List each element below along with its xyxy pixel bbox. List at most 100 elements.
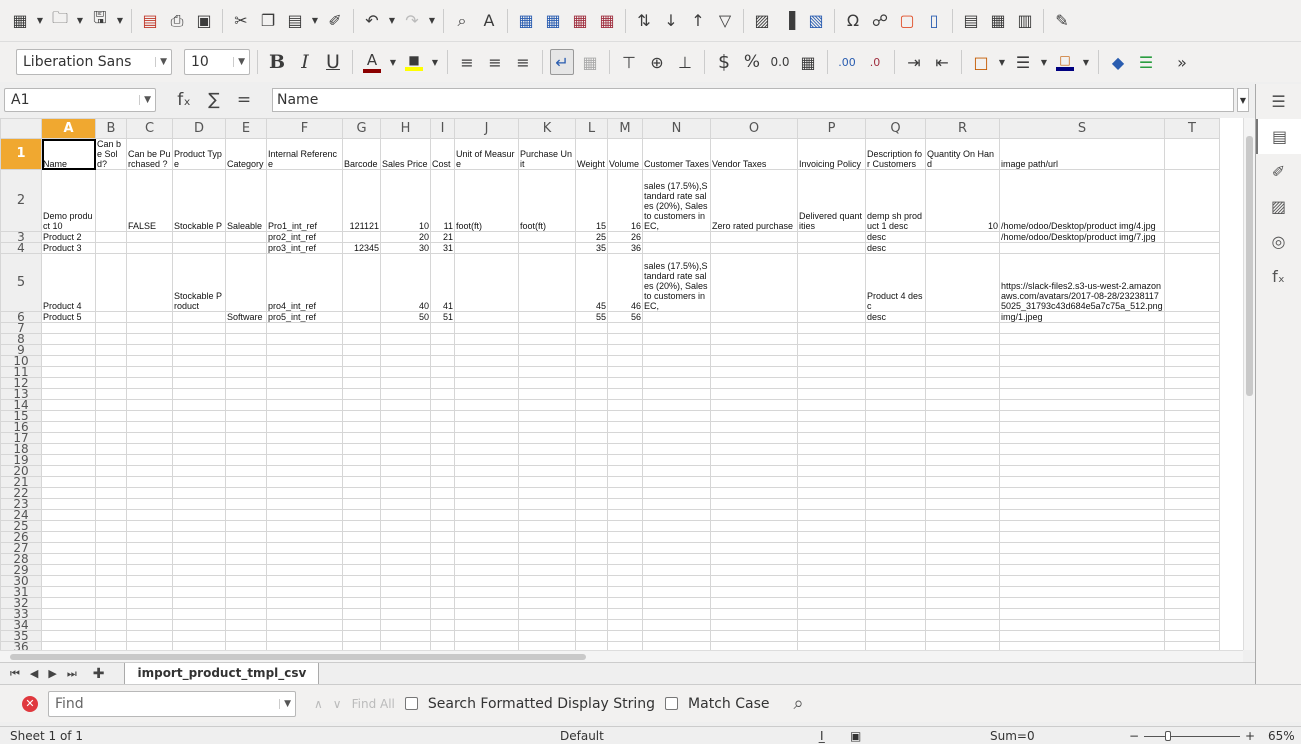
cell[interactable] bbox=[797, 333, 866, 345]
cell[interactable] bbox=[518, 377, 576, 389]
cell[interactable] bbox=[642, 432, 711, 444]
cell[interactable] bbox=[225, 564, 267, 576]
cell[interactable] bbox=[642, 630, 711, 642]
cell[interactable] bbox=[925, 355, 1000, 367]
column-header[interactable]: S bbox=[999, 118, 1165, 139]
cell[interactable] bbox=[607, 553, 643, 565]
cell[interactable] bbox=[266, 575, 343, 587]
cell[interactable] bbox=[925, 366, 1000, 378]
cell[interactable] bbox=[95, 498, 127, 510]
cell[interactable] bbox=[518, 454, 576, 466]
cell[interactable] bbox=[95, 399, 127, 411]
cell[interactable] bbox=[710, 253, 798, 312]
cell[interactable] bbox=[865, 520, 926, 532]
cell[interactable] bbox=[1164, 432, 1220, 444]
cell[interactable]: Name bbox=[41, 138, 96, 170]
row-header[interactable]: 28 bbox=[0, 553, 42, 565]
row-header[interactable]: 36 bbox=[0, 641, 42, 650]
cell[interactable] bbox=[607, 410, 643, 422]
cell[interactable] bbox=[518, 564, 576, 576]
cell[interactable] bbox=[225, 344, 267, 356]
cell[interactable] bbox=[430, 465, 455, 477]
row-header[interactable]: 16 bbox=[0, 421, 42, 433]
row-header[interactable]: 2 bbox=[0, 169, 42, 232]
cell[interactable] bbox=[454, 575, 519, 587]
cell[interactable]: Saleable bbox=[225, 169, 267, 232]
cell[interactable]: Barcode bbox=[342, 138, 381, 170]
cell[interactable] bbox=[126, 355, 173, 367]
cell[interactable] bbox=[575, 619, 608, 631]
cell[interactable] bbox=[454, 388, 519, 400]
cell[interactable] bbox=[1164, 520, 1220, 532]
cell[interactable] bbox=[454, 641, 519, 650]
cell[interactable] bbox=[95, 586, 127, 598]
cell[interactable] bbox=[865, 509, 926, 521]
cell[interactable] bbox=[172, 399, 226, 411]
cell[interactable] bbox=[172, 520, 226, 532]
cell[interactable] bbox=[454, 487, 519, 499]
sort-descending-icon[interactable]: ↑ bbox=[686, 8, 710, 34]
cell[interactable] bbox=[126, 586, 173, 598]
cell[interactable] bbox=[126, 509, 173, 521]
cell[interactable] bbox=[225, 242, 267, 254]
cell[interactable] bbox=[999, 377, 1165, 389]
cell[interactable] bbox=[41, 454, 96, 466]
cell[interactable] bbox=[865, 542, 926, 554]
cell[interactable] bbox=[797, 531, 866, 543]
cell[interactable] bbox=[710, 311, 798, 323]
cell[interactable]: sales (17.5%),Standard rate sales (20%),… bbox=[642, 169, 711, 232]
cell[interactable] bbox=[430, 564, 455, 576]
sidebar-settings-icon[interactable]: ☰ bbox=[1256, 84, 1301, 119]
cell[interactable] bbox=[126, 597, 173, 609]
cell[interactable]: /home/odoo/Desktop/product img/7.jpg bbox=[999, 231, 1165, 243]
cell[interactable] bbox=[999, 443, 1165, 455]
cell[interactable] bbox=[41, 553, 96, 565]
cell[interactable] bbox=[710, 410, 798, 422]
cell[interactable] bbox=[865, 487, 926, 499]
cell[interactable] bbox=[430, 575, 455, 587]
cell[interactable] bbox=[865, 355, 926, 367]
cell[interactable] bbox=[126, 231, 173, 243]
cell[interactable] bbox=[430, 377, 455, 389]
formula-input[interactable]: Name bbox=[272, 88, 1234, 112]
cell[interactable] bbox=[1164, 641, 1220, 650]
cell[interactable] bbox=[710, 231, 798, 243]
cell[interactable] bbox=[225, 421, 267, 433]
export-pdf-icon[interactable]: ▤ bbox=[138, 8, 162, 34]
cell[interactable] bbox=[575, 399, 608, 411]
cell[interactable]: 31 bbox=[430, 242, 455, 254]
cell[interactable] bbox=[1164, 138, 1220, 170]
cell[interactable] bbox=[710, 586, 798, 598]
cell[interactable] bbox=[1164, 575, 1220, 587]
column-header[interactable]: M bbox=[607, 118, 643, 139]
cell[interactable] bbox=[172, 421, 226, 433]
row-header[interactable]: 25 bbox=[0, 520, 42, 532]
cell[interactable] bbox=[925, 421, 1000, 433]
cell[interactable]: 50 bbox=[380, 311, 431, 323]
cell[interactable] bbox=[95, 564, 127, 576]
cell[interactable] bbox=[999, 586, 1165, 598]
border-style-icon[interactable]: ☰ bbox=[1011, 49, 1035, 75]
cell[interactable] bbox=[797, 253, 866, 312]
cell[interactable] bbox=[95, 630, 127, 642]
cell[interactable] bbox=[126, 366, 173, 378]
column-header[interactable]: N bbox=[642, 118, 711, 139]
column-header[interactable]: I bbox=[430, 118, 455, 139]
cell[interactable]: 12345 bbox=[342, 242, 381, 254]
name-box[interactable]: A1 ▼ bbox=[4, 88, 156, 112]
cell[interactable] bbox=[172, 410, 226, 422]
cell[interactable] bbox=[380, 344, 431, 356]
cell[interactable] bbox=[342, 476, 381, 488]
cell[interactable] bbox=[1164, 333, 1220, 345]
cell[interactable] bbox=[999, 619, 1165, 631]
cell[interactable] bbox=[454, 498, 519, 510]
cell[interactable] bbox=[454, 366, 519, 378]
cell[interactable] bbox=[126, 542, 173, 554]
cell[interactable] bbox=[710, 509, 798, 521]
cell[interactable] bbox=[41, 421, 96, 433]
cell[interactable] bbox=[342, 465, 381, 477]
cell[interactable] bbox=[925, 322, 1000, 334]
cell[interactable] bbox=[380, 520, 431, 532]
row-header[interactable]: 34 bbox=[0, 619, 42, 631]
cell[interactable]: Category bbox=[225, 138, 267, 170]
